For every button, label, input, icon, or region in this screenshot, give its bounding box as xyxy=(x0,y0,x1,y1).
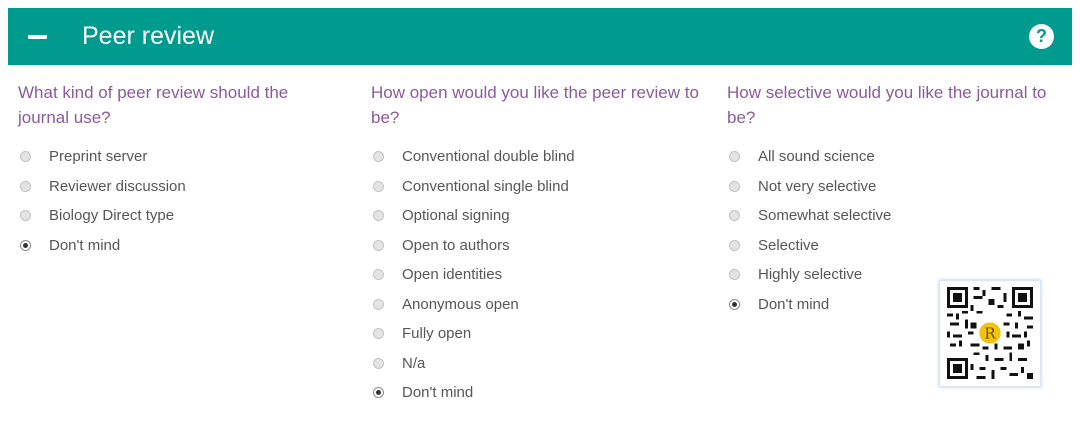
question-title: How selective would you like the journal… xyxy=(727,83,1047,127)
question-title: What kind of peer review should the jour… xyxy=(18,83,289,127)
option-label: Reviewer discussion xyxy=(49,177,186,195)
question-circle-icon[interactable]: ? xyxy=(1029,24,1054,49)
radio-button[interactable] xyxy=(20,210,31,222)
radio-button[interactable] xyxy=(373,151,384,163)
option-label: Selective xyxy=(758,236,819,254)
option-label: Optional signing xyxy=(402,207,510,225)
radio-button[interactable] xyxy=(373,298,384,310)
radio-option[interactable]: Optional signing xyxy=(371,201,711,231)
option-label: Don't mind xyxy=(49,236,121,254)
qr-badge[interactable]: R xyxy=(939,280,1041,387)
qr-center-letter: R xyxy=(984,325,996,342)
radio-option[interactable]: Anonymous open xyxy=(371,290,711,320)
radio-button-selected[interactable] xyxy=(729,298,740,310)
option-label: Open to authors xyxy=(402,236,510,254)
option-label: Not very selective xyxy=(758,177,877,195)
radio-option[interactable]: Somewhat selective xyxy=(727,201,1062,231)
radio-button[interactable] xyxy=(373,357,384,369)
option-label: Open identities xyxy=(402,266,503,284)
option-label: Don't mind xyxy=(402,384,474,402)
option-label: Highly selective xyxy=(758,266,863,284)
radio-button[interactable] xyxy=(373,210,384,222)
radio-option[interactable]: Conventional single blind xyxy=(371,172,711,202)
radio-option[interactable]: Not very selective xyxy=(727,172,1062,202)
radio-button[interactable] xyxy=(373,180,384,192)
radio-button[interactable] xyxy=(20,180,31,192)
radio-button[interactable] xyxy=(373,328,384,340)
option-label: Conventional double blind xyxy=(402,148,575,166)
question-peer-review-openness: How open would you like the peer review … xyxy=(371,80,711,408)
radio-button[interactable] xyxy=(729,239,740,251)
option-label: Somewhat selective xyxy=(758,207,892,225)
radio-option[interactable]: N/a xyxy=(371,349,711,379)
panel-title: Peer review xyxy=(82,22,214,50)
radio-option[interactable]: Selective xyxy=(727,231,1062,261)
question-peer-review-kind: What kind of peer review should the jour… xyxy=(18,80,338,260)
radio-option[interactable]: Don't mind xyxy=(18,231,338,261)
question-title: How open would you like the peer review … xyxy=(371,83,699,127)
radio-button-selected[interactable] xyxy=(373,387,384,399)
radio-option[interactable]: Open identities xyxy=(371,260,711,290)
radio-option[interactable]: Biology Direct type xyxy=(18,201,338,231)
radio-option[interactable]: Preprint server xyxy=(18,142,338,172)
radio-button[interactable] xyxy=(373,239,384,251)
option-list: Conventional double blind Conventional s… xyxy=(371,142,711,408)
option-label: Fully open xyxy=(402,325,472,343)
option-label: Biology Direct type xyxy=(49,207,175,225)
radio-button[interactable] xyxy=(373,269,384,281)
radio-button[interactable] xyxy=(729,210,740,222)
option-list: Preprint server Reviewer discussion Biol… xyxy=(18,142,338,260)
radio-button[interactable] xyxy=(729,269,740,281)
option-label: Anonymous open xyxy=(402,295,519,313)
radio-button[interactable] xyxy=(729,180,740,192)
radio-button[interactable] xyxy=(20,151,31,163)
radio-option[interactable]: Fully open xyxy=(371,319,711,349)
radio-option[interactable]: Open to authors xyxy=(371,231,711,261)
radio-option[interactable]: Don't mind xyxy=(371,378,711,408)
radio-option[interactable]: Reviewer discussion xyxy=(18,172,338,202)
option-label: Conventional single blind xyxy=(402,177,569,195)
peer-review-header[interactable]: Peer review ? xyxy=(8,8,1072,65)
option-label: Preprint server xyxy=(49,148,148,166)
option-label: Don't mind xyxy=(758,295,830,313)
option-label: All sound science xyxy=(758,148,875,166)
qr-code-icon: R xyxy=(947,287,1033,379)
radio-button-selected[interactable] xyxy=(20,239,31,251)
radio-option[interactable]: All sound science xyxy=(727,142,1062,172)
radio-option[interactable]: Conventional double blind xyxy=(371,142,711,172)
option-label: N/a xyxy=(402,354,426,372)
radio-button[interactable] xyxy=(729,151,740,163)
minus-icon[interactable] xyxy=(28,35,47,39)
